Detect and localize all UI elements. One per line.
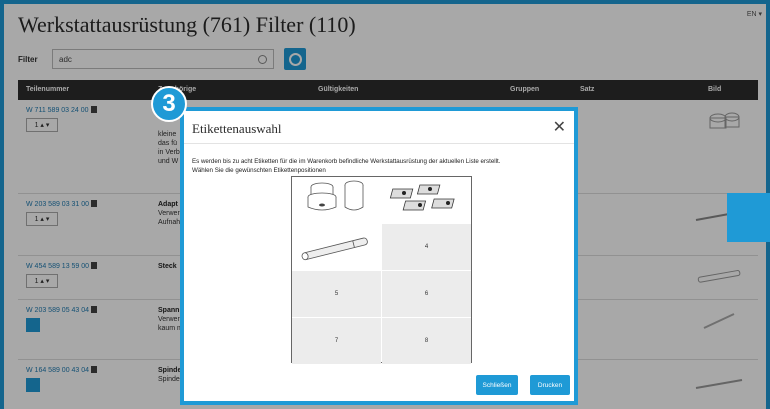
label-position-grid: 4 5 6 7 8 <box>291 176 472 364</box>
divider <box>184 143 574 144</box>
label-selection-dialog: Etikettenauswahl ✕ Es werden bis zu acht… <box>180 107 578 405</box>
dialog-title: Etikettenauswahl <box>192 121 282 136</box>
label-position-2[interactable] <box>382 177 471 223</box>
rod-tool-image <box>301 237 368 261</box>
label-position-4[interactable]: 4 <box>382 224 471 270</box>
label-position-6[interactable]: 6 <box>382 271 471 317</box>
label-position-5[interactable]: 5 <box>292 271 381 317</box>
label-position-1[interactable] <box>292 177 381 223</box>
step-callout-badge: 3 <box>151 86 187 122</box>
clamping-blocks-image <box>389 184 455 211</box>
print-button[interactable]: Drucken <box>530 375 570 395</box>
close-icon[interactable]: ✕ <box>553 117 566 136</box>
label-position-7[interactable]: 7 <box>292 318 381 364</box>
dialog-description: Es werden bis zu acht Etiketten für die … <box>192 158 501 174</box>
spacer-parts-image <box>307 180 364 211</box>
label-position-3[interactable] <box>292 224 381 270</box>
highlight-marker <box>727 193 770 242</box>
close-button[interactable]: Schließen <box>476 375 518 395</box>
label-position-8[interactable]: 8 <box>382 318 471 364</box>
